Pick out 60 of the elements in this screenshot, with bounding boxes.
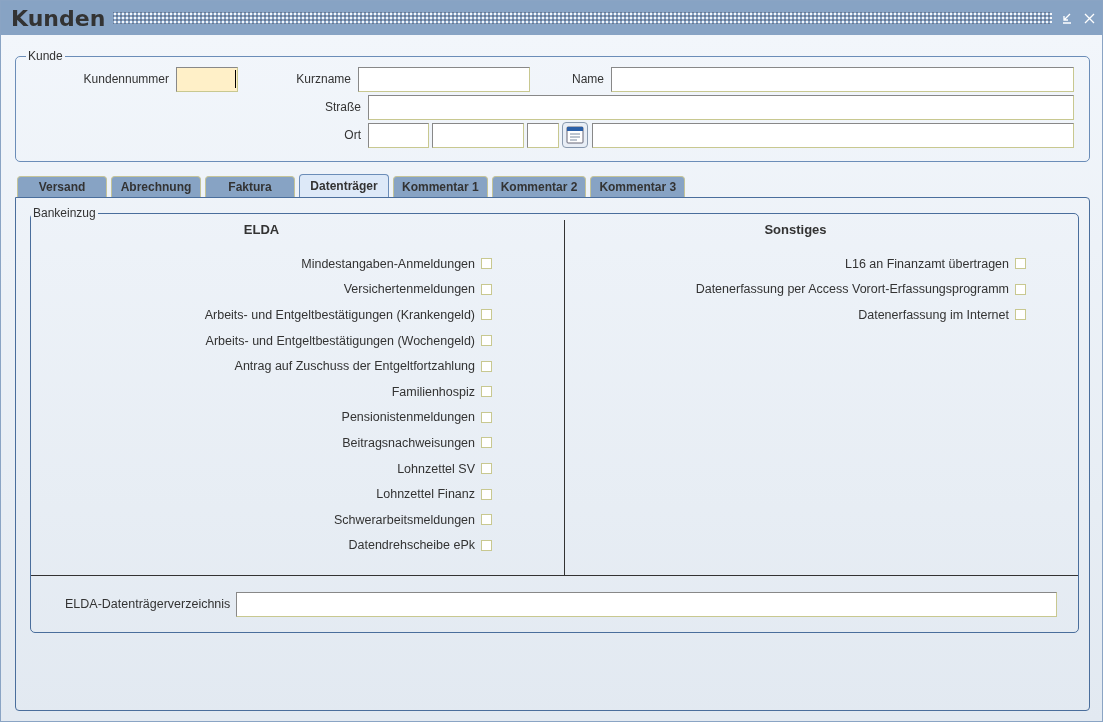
- field-label: Kundennummer: [82, 72, 170, 86]
- group-legend: Kunde: [26, 49, 65, 63]
- input-field[interactable]: [176, 66, 238, 92]
- window-title: Kunden: [11, 5, 106, 31]
- checkbox[interactable]: [481, 539, 492, 551]
- checkbox[interactable]: [481, 335, 492, 347]
- input-field[interactable]: [368, 122, 429, 148]
- tab[interactable]: Datenträger: [299, 174, 389, 197]
- checkbox[interactable]: [481, 386, 492, 398]
- input-field[interactable]: [236, 591, 1057, 617]
- input-field[interactable]: [432, 122, 524, 148]
- checkbox-label: Datenerfassung per Access Vorort-Erfassungsprogramm: [695, 282, 1009, 297]
- tab[interactable]: Kommentar 2: [491, 176, 587, 197]
- tab[interactable]: Abrechnung: [111, 176, 201, 197]
- checkbox-label: Mindestangaben-Anmeldungen: [301, 256, 475, 271]
- checkbox[interactable]: [481, 437, 492, 449]
- checkbox-label: Arbeits- und Entgeltbestätigungen (Wochengeld): [205, 333, 475, 348]
- checkbox[interactable]: [481, 309, 492, 321]
- field-label: ELDA-Datenträgerverzeichnis: [65, 597, 231, 611]
- checkbox[interactable]: [481, 283, 492, 295]
- group-legend: Bankeinzug: [31, 206, 98, 220]
- input-field[interactable]: [592, 122, 1074, 148]
- input-field[interactable]: [611, 66, 1074, 92]
- field-label: Straße: [324, 100, 362, 114]
- tab[interactable]: Kommentar 3: [590, 176, 686, 197]
- tab[interactable]: Faktura: [205, 176, 295, 197]
- checkbox[interactable]: [481, 488, 492, 500]
- tab[interactable]: Kommentar 1: [393, 176, 488, 197]
- field-label: Name: [571, 72, 605, 86]
- checkbox-label: Lohnzettel SV: [397, 461, 475, 476]
- calendar-button[interactable]: [562, 122, 588, 148]
- checkbox-label: L16 an Finanzamt übertragen: [845, 256, 1009, 271]
- checkbox[interactable]: [481, 514, 492, 526]
- checkbox[interactable]: [481, 258, 492, 270]
- field-label: Ort: [343, 128, 362, 142]
- checkbox-label: Lohnzettel Finanz: [376, 487, 475, 502]
- column-heading: ELDA: [243, 222, 280, 237]
- checkbox-label: Beitragsnachweisungen: [342, 435, 475, 450]
- checkbox-label: Familienhospiz: [391, 384, 475, 399]
- checkbox-label: Antrag auf Zuschuss der Entgeltfortzahlung: [234, 359, 475, 374]
- close-button[interactable]: [1082, 11, 1096, 25]
- checkbox[interactable]: [1015, 283, 1026, 295]
- checkbox[interactable]: [481, 360, 492, 372]
- input-field[interactable]: [368, 94, 1074, 120]
- checkbox-label: Arbeits- und Entgeltbestätigungen (Krankengeld): [204, 308, 475, 322]
- column-heading: Sonstiges: [764, 222, 827, 237]
- checkbox-label: Datenerfassung im Internet: [858, 308, 1009, 322]
- input-field[interactable]: [358, 66, 530, 92]
- minimize-button[interactable]: [1060, 11, 1074, 25]
- input-field[interactable]: [527, 122, 559, 148]
- checkbox-label: Pensionistenmeldungen: [341, 410, 475, 425]
- checkbox[interactable]: [481, 463, 492, 475]
- checkbox-label: Schwerarbeitsmeldungen: [333, 512, 475, 527]
- field-label: Kurzname: [295, 72, 352, 86]
- tab[interactable]: Versand: [17, 176, 107, 197]
- checkbox[interactable]: [481, 411, 492, 423]
- checkbox[interactable]: [1015, 309, 1026, 321]
- checkbox-label: Datendrehscheibe ePk: [348, 538, 475, 553]
- checkbox[interactable]: [1015, 258, 1026, 270]
- checkbox-label: Versichertenmeldungen: [343, 282, 475, 297]
